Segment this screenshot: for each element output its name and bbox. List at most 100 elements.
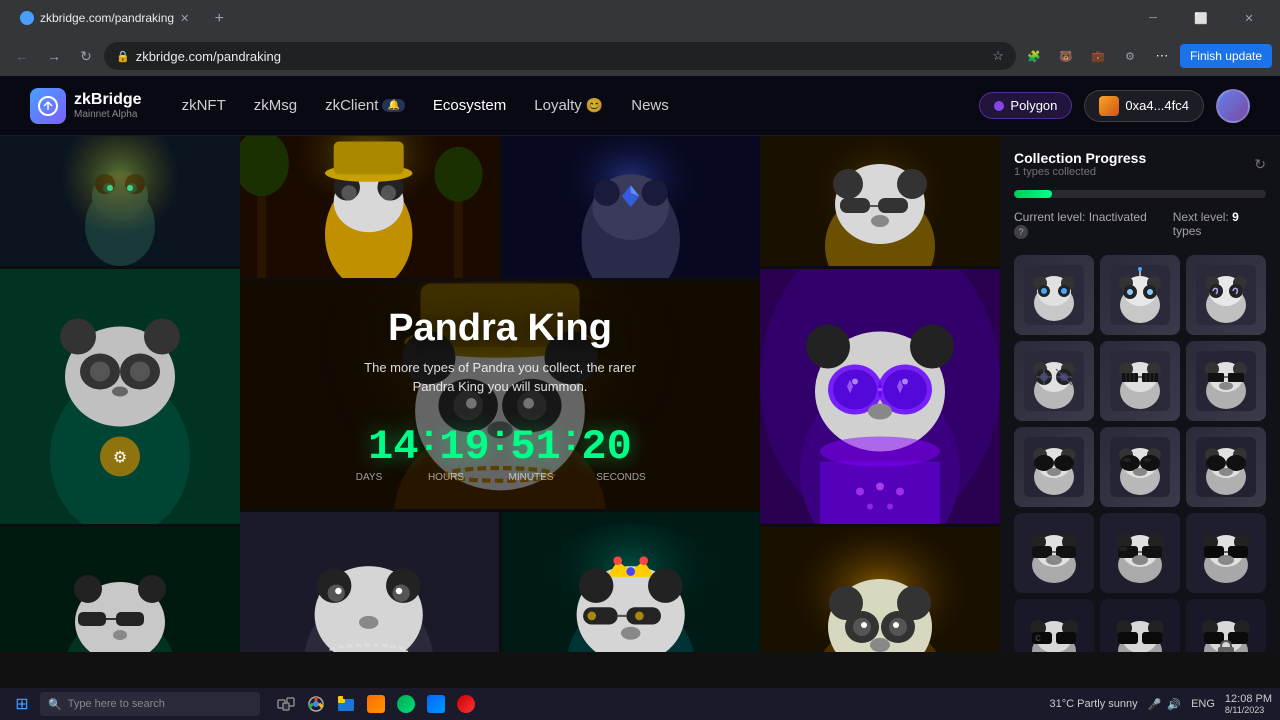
nav-loyalty[interactable]: Loyalty 😊 — [534, 97, 603, 114]
nft-card-9[interactable] — [1186, 427, 1266, 507]
countdown-sep-1: : — [423, 417, 436, 460]
nft-card-6[interactable] — [1186, 341, 1266, 421]
gallery-cell-bot-mid1[interactable] — [240, 512, 499, 652]
extensions-icon[interactable]: 🧩 — [1020, 42, 1048, 70]
gallery-cell-mid-right[interactable] — [760, 269, 1000, 524]
active-tab[interactable]: zkbridge.com/pandraking ✕ — [8, 3, 201, 33]
wallet-button[interactable]: 0xa4...4fc4 — [1084, 90, 1204, 122]
forward-button[interactable]: → — [40, 42, 68, 70]
maximize-button[interactable]: ⬜ — [1178, 4, 1224, 32]
more-tools-icon[interactable]: ⚙ — [1116, 42, 1144, 70]
taskbar-search-bar[interactable]: 🔍 Type here to search — [40, 692, 260, 716]
gallery-cell-bot-mid2[interactable] — [502, 512, 761, 652]
nft-card-12-inner — [1186, 513, 1266, 593]
nft-card-8[interactable] — [1100, 427, 1180, 507]
sep-label-3 — [569, 472, 581, 483]
right-images-column — [760, 136, 1000, 652]
gallery-cell-top-mid2[interactable] — [502, 136, 761, 278]
taskbar-microphone-icon[interactable]: 🎤 — [1148, 698, 1162, 711]
polygon-button[interactable]: Polygon — [979, 92, 1072, 119]
user-avatar[interactable] — [1216, 89, 1250, 123]
days-label: DAYS — [343, 472, 395, 483]
nft-card-14[interactable]: ...ngs 1.0 — [1100, 599, 1180, 652]
back-button[interactable]: ← — [8, 42, 36, 70]
nft-card-15[interactable] — [1186, 599, 1266, 652]
countdown-seconds: 20 — [581, 426, 631, 468]
gallery-cell-top-right[interactable] — [760, 136, 1000, 266]
collection-title-wrap: Collection Progress 1 types collected — [1014, 150, 1146, 178]
site-logo[interactable]: zkBridge Mainnet Alpha — [30, 88, 142, 124]
nft-card-8-inner — [1100, 427, 1180, 507]
nft-card-3[interactable] — [1186, 255, 1266, 335]
nav-ecosystem[interactable]: Ecosystem — [433, 97, 506, 114]
nav-zknft[interactable]: zkNFT — [182, 97, 226, 114]
gallery-cell-bot-left[interactable] — [0, 527, 240, 652]
minimize-button[interactable]: ─ — [1130, 4, 1176, 32]
taskbar-app-4[interactable] — [362, 690, 390, 718]
profile-icon[interactable]: 🐻 — [1052, 42, 1080, 70]
address-bar[interactable]: 🔒 zkbridge.com/pandraking ☆ — [104, 42, 1016, 70]
website-content: zkBridge Mainnet Alpha zkNFT zkMsg zkCli… — [0, 76, 1280, 652]
taskbar-volume-icon[interactable]: 🔊 — [1167, 698, 1181, 711]
browser-toolbar: ← → ↻ 🔒 zkbridge.com/pandraking ☆ 🧩 🐻 💼 … — [0, 36, 1280, 76]
nft-card-15-inner — [1186, 599, 1266, 652]
left-gallery-column: ⚙ — [0, 136, 240, 652]
nav-news[interactable]: News — [631, 97, 669, 114]
nft-card-11-inner — [1100, 513, 1180, 593]
nft-card-6-inner — [1186, 341, 1266, 421]
taskbar-chrome-button[interactable] — [302, 690, 330, 718]
taskbar-app-5[interactable] — [392, 690, 420, 718]
countdown-hours: 19 — [439, 426, 489, 468]
pandra-king-cell[interactable]: Pandra King The more types of Pandra you… — [240, 281, 760, 509]
gallery-cell-top-left[interactable] — [0, 136, 240, 266]
nft-card-10-inner — [1014, 513, 1094, 593]
gallery-cell-bot-right[interactable] — [760, 527, 1000, 652]
countdown-sep-2: : — [494, 417, 507, 460]
taskbar-weather: 31°C Partly sunny — [1049, 698, 1137, 710]
nft-card-4[interactable] — [1014, 341, 1094, 421]
reload-button[interactable]: ↻ — [72, 42, 100, 70]
bookmark-icon[interactable]: ☆ — [992, 48, 1004, 64]
taskbar-app-6[interactable] — [422, 690, 450, 718]
taskbar-explorer-button[interactable] — [332, 690, 360, 718]
minutes-label: MINUTES — [497, 472, 565, 483]
taskbar-multitasking-button[interactable] — [272, 690, 300, 718]
header-right: Polygon 0xa4...4fc4 — [979, 89, 1250, 123]
nft-card-12[interactable] — [1186, 513, 1266, 593]
question-icon[interactable]: ? — [1014, 225, 1028, 239]
gallery-cell-mid-left[interactable]: ⚙ — [0, 269, 240, 524]
nft-card-13[interactable]: C Actively Actively — [1014, 599, 1094, 652]
taskbar-app-7[interactable] — [452, 690, 480, 718]
wallet-extension-icon[interactable]: 💼 — [1084, 42, 1112, 70]
toolbar-right-icons: 🧩 🐻 💼 ⚙ ⋯ Finish update — [1020, 42, 1272, 70]
nav-zkclient[interactable]: zkClient 🔔 — [325, 97, 405, 114]
gallery-cell-top-mid1[interactable] — [240, 136, 499, 278]
taskbar-clock[interactable]: 12:08 PM 8/11/2023 — [1225, 693, 1272, 715]
taskbar-search-text: Type here to search — [68, 698, 165, 710]
logo-icon — [30, 88, 66, 124]
new-tab-button[interactable]: + — [205, 5, 233, 33]
nft-card-5[interactable] — [1100, 341, 1180, 421]
windows-start-button[interactable]: ⊞ — [8, 690, 36, 718]
nft-card-10[interactable] — [1014, 513, 1094, 593]
nft-card-11[interactable] — [1100, 513, 1180, 593]
nav-zkmsg[interactable]: zkMsg — [254, 97, 297, 114]
close-button[interactable]: ✕ — [1226, 4, 1272, 32]
nft-card-1-inner — [1014, 255, 1094, 335]
mid-bottom-row — [240, 512, 760, 652]
refresh-icon[interactable]: ↻ — [1254, 156, 1266, 173]
nft-card-5-inner — [1100, 341, 1180, 421]
collection-subtitle: 1 types collected — [1014, 166, 1146, 178]
nft-card-7[interactable] — [1014, 427, 1094, 507]
browser-tabs-bar: zkbridge.com/pandraking ✕ + ─ ⬜ ✕ — [0, 0, 1280, 36]
settings-icon[interactable]: ⋯ — [1148, 42, 1176, 70]
next-level: Next level: 9 types — [1173, 210, 1266, 239]
nft-card-1[interactable] — [1014, 255, 1094, 335]
finish-update-button[interactable]: Finish update — [1180, 44, 1272, 68]
tab-close-button[interactable]: ✕ — [180, 12, 189, 25]
hours-label: HOURS — [415, 472, 477, 483]
windows-logo-icon: ⊞ — [15, 694, 28, 714]
wallet-address: 0xa4...4fc4 — [1125, 98, 1189, 113]
seconds-label: SECONDS — [585, 472, 657, 483]
nft-card-2[interactable] — [1100, 255, 1180, 335]
